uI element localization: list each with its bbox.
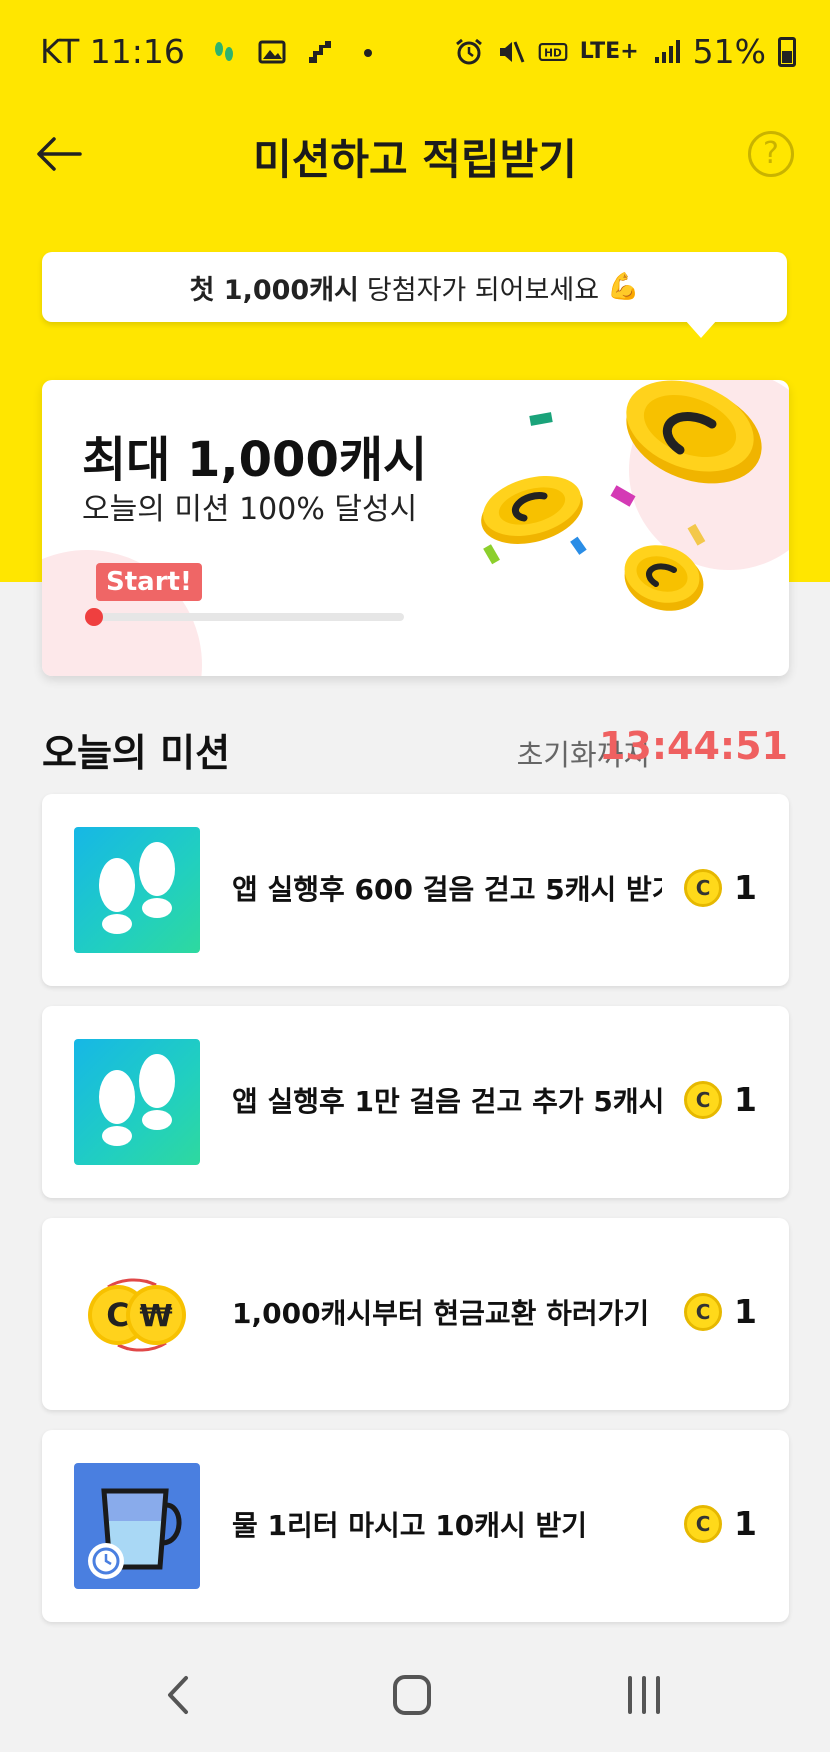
coin-large-icon — [626, 380, 762, 484]
reward-value: 1 — [734, 868, 757, 907]
mission-label: 1,000캐시부터 현금교환 하러가기 — [232, 1297, 650, 1330]
coin-icon: C — [684, 1080, 723, 1119]
promo-subtext: 오늘의 미션 100% 달성시 — [82, 492, 418, 527]
coin-icon: C — [684, 1292, 723, 1331]
system-nav-bar — [0, 1640, 830, 1752]
mission-reward: C 1 — [684, 1080, 757, 1119]
nav-recents-icon[interactable] — [614, 1670, 674, 1720]
reward-value: 1 — [734, 1080, 757, 1119]
status-left: KT 11:16 — [40, 32, 383, 71]
reward-value: 1 — [734, 1504, 757, 1543]
battery-icon — [778, 36, 796, 67]
svg-text:HD: HD — [544, 47, 562, 59]
promo-tooltip: 첫 1,000캐시 당첨자가 되어보세요 💪 — [42, 252, 787, 338]
mission-card[interactable]: C ₩ 1,000캐시부터 현금교환 하러가기 C 1 — [42, 1218, 789, 1410]
reward-value: 1 — [734, 1292, 757, 1331]
coin-icon: C — [684, 868, 723, 907]
start-badge: Start! — [96, 563, 202, 601]
promo-headline: 최대 1,000캐시 — [82, 432, 428, 488]
coin-icon: C — [684, 1504, 723, 1543]
battery-percent: 51% — [692, 32, 766, 71]
mute-icon — [499, 40, 525, 63]
network-type: LTE+ — [579, 39, 639, 64]
status-bar: KT 11:16 HD LTE+ 51% — [0, 0, 830, 110]
alarm-icon — [455, 38, 482, 64]
status-right: HD LTE+ 51% — [454, 32, 796, 71]
steps-notification-icon — [214, 41, 233, 61]
section-title: 오늘의 미션 — [42, 731, 231, 775]
coin-small-icon — [624, 545, 704, 611]
carrier-time: KT 11:16 — [40, 32, 185, 71]
footsteps-icon — [74, 1039, 200, 1165]
stairs-icon — [308, 40, 331, 63]
page-title: 미션하고 적립받기 — [253, 135, 577, 184]
more-dot-icon — [363, 48, 372, 57]
flexed-arm-icon: 💪 — [607, 272, 640, 302]
coins-illustration — [481, 380, 762, 611]
nav-back-icon[interactable] — [150, 1670, 210, 1720]
mission-label: 앱 실행후 600 걸음 걷고 5캐시 받기 — [232, 873, 662, 906]
progress-marker — [85, 608, 103, 626]
mission-reward: C 1 — [684, 1292, 757, 1331]
tooltip-bold-text: 첫 1,000캐시 — [189, 274, 359, 306]
help-icon[interactable]: ? — [748, 131, 794, 177]
mission-label: 물 1리터 마시고 10캐시 받기 — [232, 1509, 588, 1542]
mission-reward: C 1 — [684, 1504, 757, 1543]
nav-home-icon[interactable] — [382, 1670, 442, 1720]
mission-reward: C 1 — [684, 868, 757, 907]
mission-label: 앱 실행후 1만 걸음 걷고 추가 5캐시 받기 — [232, 1085, 662, 1118]
hd-icon: HD — [538, 42, 568, 61]
cash-exchange-icon: C ₩ — [74, 1251, 200, 1377]
svg-text:₩: ₩ — [139, 1299, 172, 1334]
footsteps-icon — [74, 827, 200, 953]
app-header: 미션하고 적립받기 ? — [0, 110, 830, 202]
promo-card[interactable]: 최대 1,000캐시 오늘의 미션 100% 달성시 Start! — [42, 380, 789, 676]
signal-icon — [654, 39, 680, 63]
mission-card[interactable]: 물 1리터 마시고 10캐시 받기 C 1 — [42, 1430, 789, 1622]
water-cup-icon — [74, 1463, 200, 1589]
gallery-icon — [258, 40, 286, 63]
tooltip-text: 당첨자가 되어보세요 — [366, 274, 600, 306]
reset-timer: 13:44:51 — [598, 724, 788, 768]
progress-bar — [90, 613, 404, 621]
mission-card[interactable]: 앱 실행후 600 걸음 걷고 5캐시 받기 C 1 — [42, 794, 789, 986]
mission-card[interactable]: 앱 실행후 1만 걸음 걷고 추가 5캐시 받기 C 1 — [42, 1006, 789, 1198]
